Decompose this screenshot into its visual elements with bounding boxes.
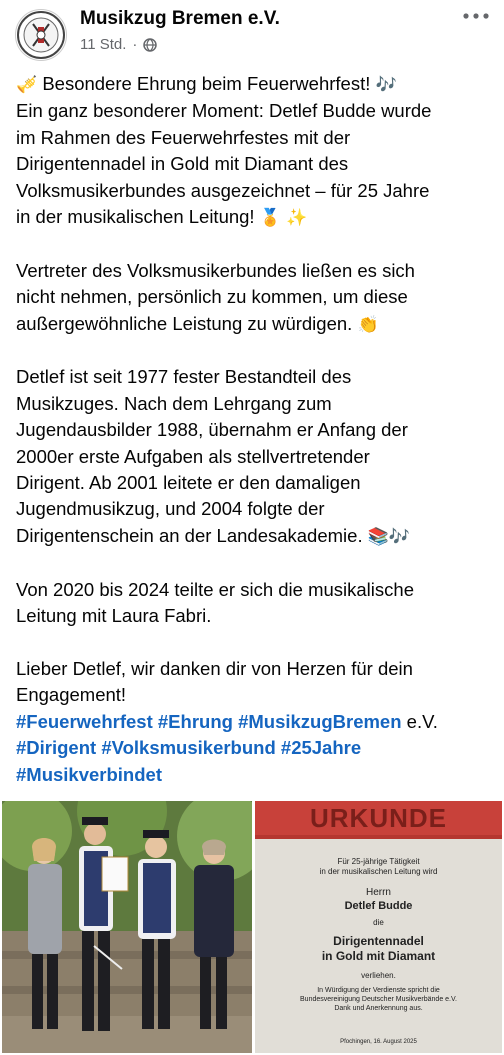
post-body: 🎺 Besondere Ehrung beim Feuerwehrfest! 🎶… [16, 71, 494, 788]
post-line: Leitung mit Laura Fabri. [16, 605, 212, 627]
post-line: Dirigentenschein an der Landesakademie. … [16, 523, 494, 550]
post-meta: 11 Std. · [80, 36, 158, 53]
hashtag-link[interactable]: #Volksmusikerbund [101, 737, 275, 758]
sparkles-icon: ✨ [286, 208, 308, 228]
page-name-link[interactable]: Musikzug Bremen e.V. [80, 8, 280, 30]
hashtag-line: #Feuerwehrfest #Ehrung #MusikzugBremen e… [16, 709, 494, 735]
post-line: Ein ganz besonderer Moment: Detlef Budde… [16, 100, 432, 122]
music-notes-icon: 🎶 [388, 526, 411, 546]
hashtag-link[interactable]: #Musikverbindet [16, 764, 162, 785]
post-text-span: außergewöhnliche Leistung zu würdigen. [16, 312, 358, 334]
certificate-name: Detlef Budde [344, 900, 413, 912]
post-line: Von 2020 bis 2024 teilte er sich die mus… [16, 578, 414, 600]
hashtag-link[interactable]: #25Jahre [281, 737, 361, 758]
certificate-line: Bundesvereinigung Deutscher Musikverbänd… [300, 996, 457, 1003]
post-line: Jugendmusikzug, und 2004 folgte der [16, 498, 325, 520]
certificate-line: in der musikalischen Leitung wird [319, 867, 438, 876]
certificate-line: Dank und Anerkennung aus. [334, 1005, 423, 1012]
more-options-icon[interactable] [462, 12, 490, 26]
post-line: im Rahmen des Feuerwehrfestes mit der [16, 126, 351, 148]
post-header: Musikzug Bremen e.V. 11 Std. · [0, 0, 504, 64]
post-line: Detlef ist seit 1977 fester Bestandteil … [16, 366, 352, 388]
certificate-line: Herrn [365, 887, 391, 898]
post-line: Dirigentennadel in Gold mit Diamant des [16, 153, 349, 175]
post-line: Volksmusikerbundes ausgezeichnet – für 2… [16, 179, 430, 201]
hashtag-link[interactable]: #Feuerwehrfest [16, 711, 153, 732]
books-icon: 📚 [367, 526, 389, 546]
clap-icon: 👏 [357, 314, 379, 334]
hashtag-link[interactable]: #MusikzugBremen [238, 711, 401, 732]
certificate-line: In Würdigung der Verdienste spricht die [317, 987, 440, 994]
post-text-span: Besondere Ehrung beim Feuerwehrfest! [42, 73, 376, 94]
music-notes-icon: 🎶 [375, 75, 397, 94]
post-line: 🎺 Besondere Ehrung beim Feuerwehrfest! 🎶 [16, 71, 494, 98]
trumpet-icon: 🎺 [16, 75, 38, 94]
post-line: Jugendausbilder 1988, übernahm er Anfang… [16, 419, 408, 441]
certificate-line: Für 25-jährige Tätigkeit [337, 857, 420, 866]
post-time[interactable]: 11 Std. [80, 36, 126, 53]
hashtag-line: #Dirigent #Volksmusikerbund #25Jahre [16, 735, 494, 761]
post-line: außergewöhnliche Leistung zu würdigen. 👏 [16, 311, 494, 338]
post-text-span: Dirigentenschein an der Landesakademie. [16, 524, 368, 546]
post-line: Musikzuges. Nach dem Lehrgang zum [16, 392, 332, 414]
post-line: Vertreter des Volksmusikerbundes ließen … [16, 259, 415, 281]
hashtag-link[interactable]: #Ehrung [158, 711, 233, 732]
ev-suffix: e.V. [401, 710, 438, 732]
certificate-footer: Pfochingen, 16. August 2025 [340, 1039, 417, 1045]
meta-separator: · [132, 36, 138, 53]
globe-icon [143, 37, 158, 52]
group-photo[interactable] [2, 801, 252, 1053]
post-line: Engagement! [16, 684, 127, 706]
certificate-award: Dirigentennadel [333, 934, 424, 948]
post-line: in der musikalischen Leitung! 🏅 ✨ [16, 204, 494, 231]
certificate-line: verliehen. [361, 971, 396, 980]
certificate-line: die [373, 918, 384, 927]
post-line: Lieber Detlef, wir danken dir von Herzen… [16, 657, 413, 679]
medal-icon: 🏅 [259, 208, 281, 228]
photo-grid: URKUNDE Für 25-jährige Tätigkeit in der … [0, 799, 504, 1055]
post-line: Dirigent. Ab 2001 leitete er den damalig… [16, 472, 361, 494]
certificate-photo[interactable]: URKUNDE Für 25-jährige Tätigkeit in der … [255, 801, 502, 1053]
hashtag-link[interactable]: #Dirigent [16, 737, 96, 758]
hashtag-line: #Musikverbindet [16, 762, 494, 788]
post-text-span: in der musikalischen Leitung! [16, 206, 260, 228]
page-avatar[interactable] [15, 9, 67, 61]
certificate-award: in Gold mit Diamant [321, 949, 436, 963]
certificate-heading: URKUNDE [310, 803, 447, 833]
post-line: nicht nehmen, persönlich zu kommen, um d… [16, 286, 408, 308]
post-line: 2000er erste Aufgaben als stellvertreten… [16, 445, 370, 467]
